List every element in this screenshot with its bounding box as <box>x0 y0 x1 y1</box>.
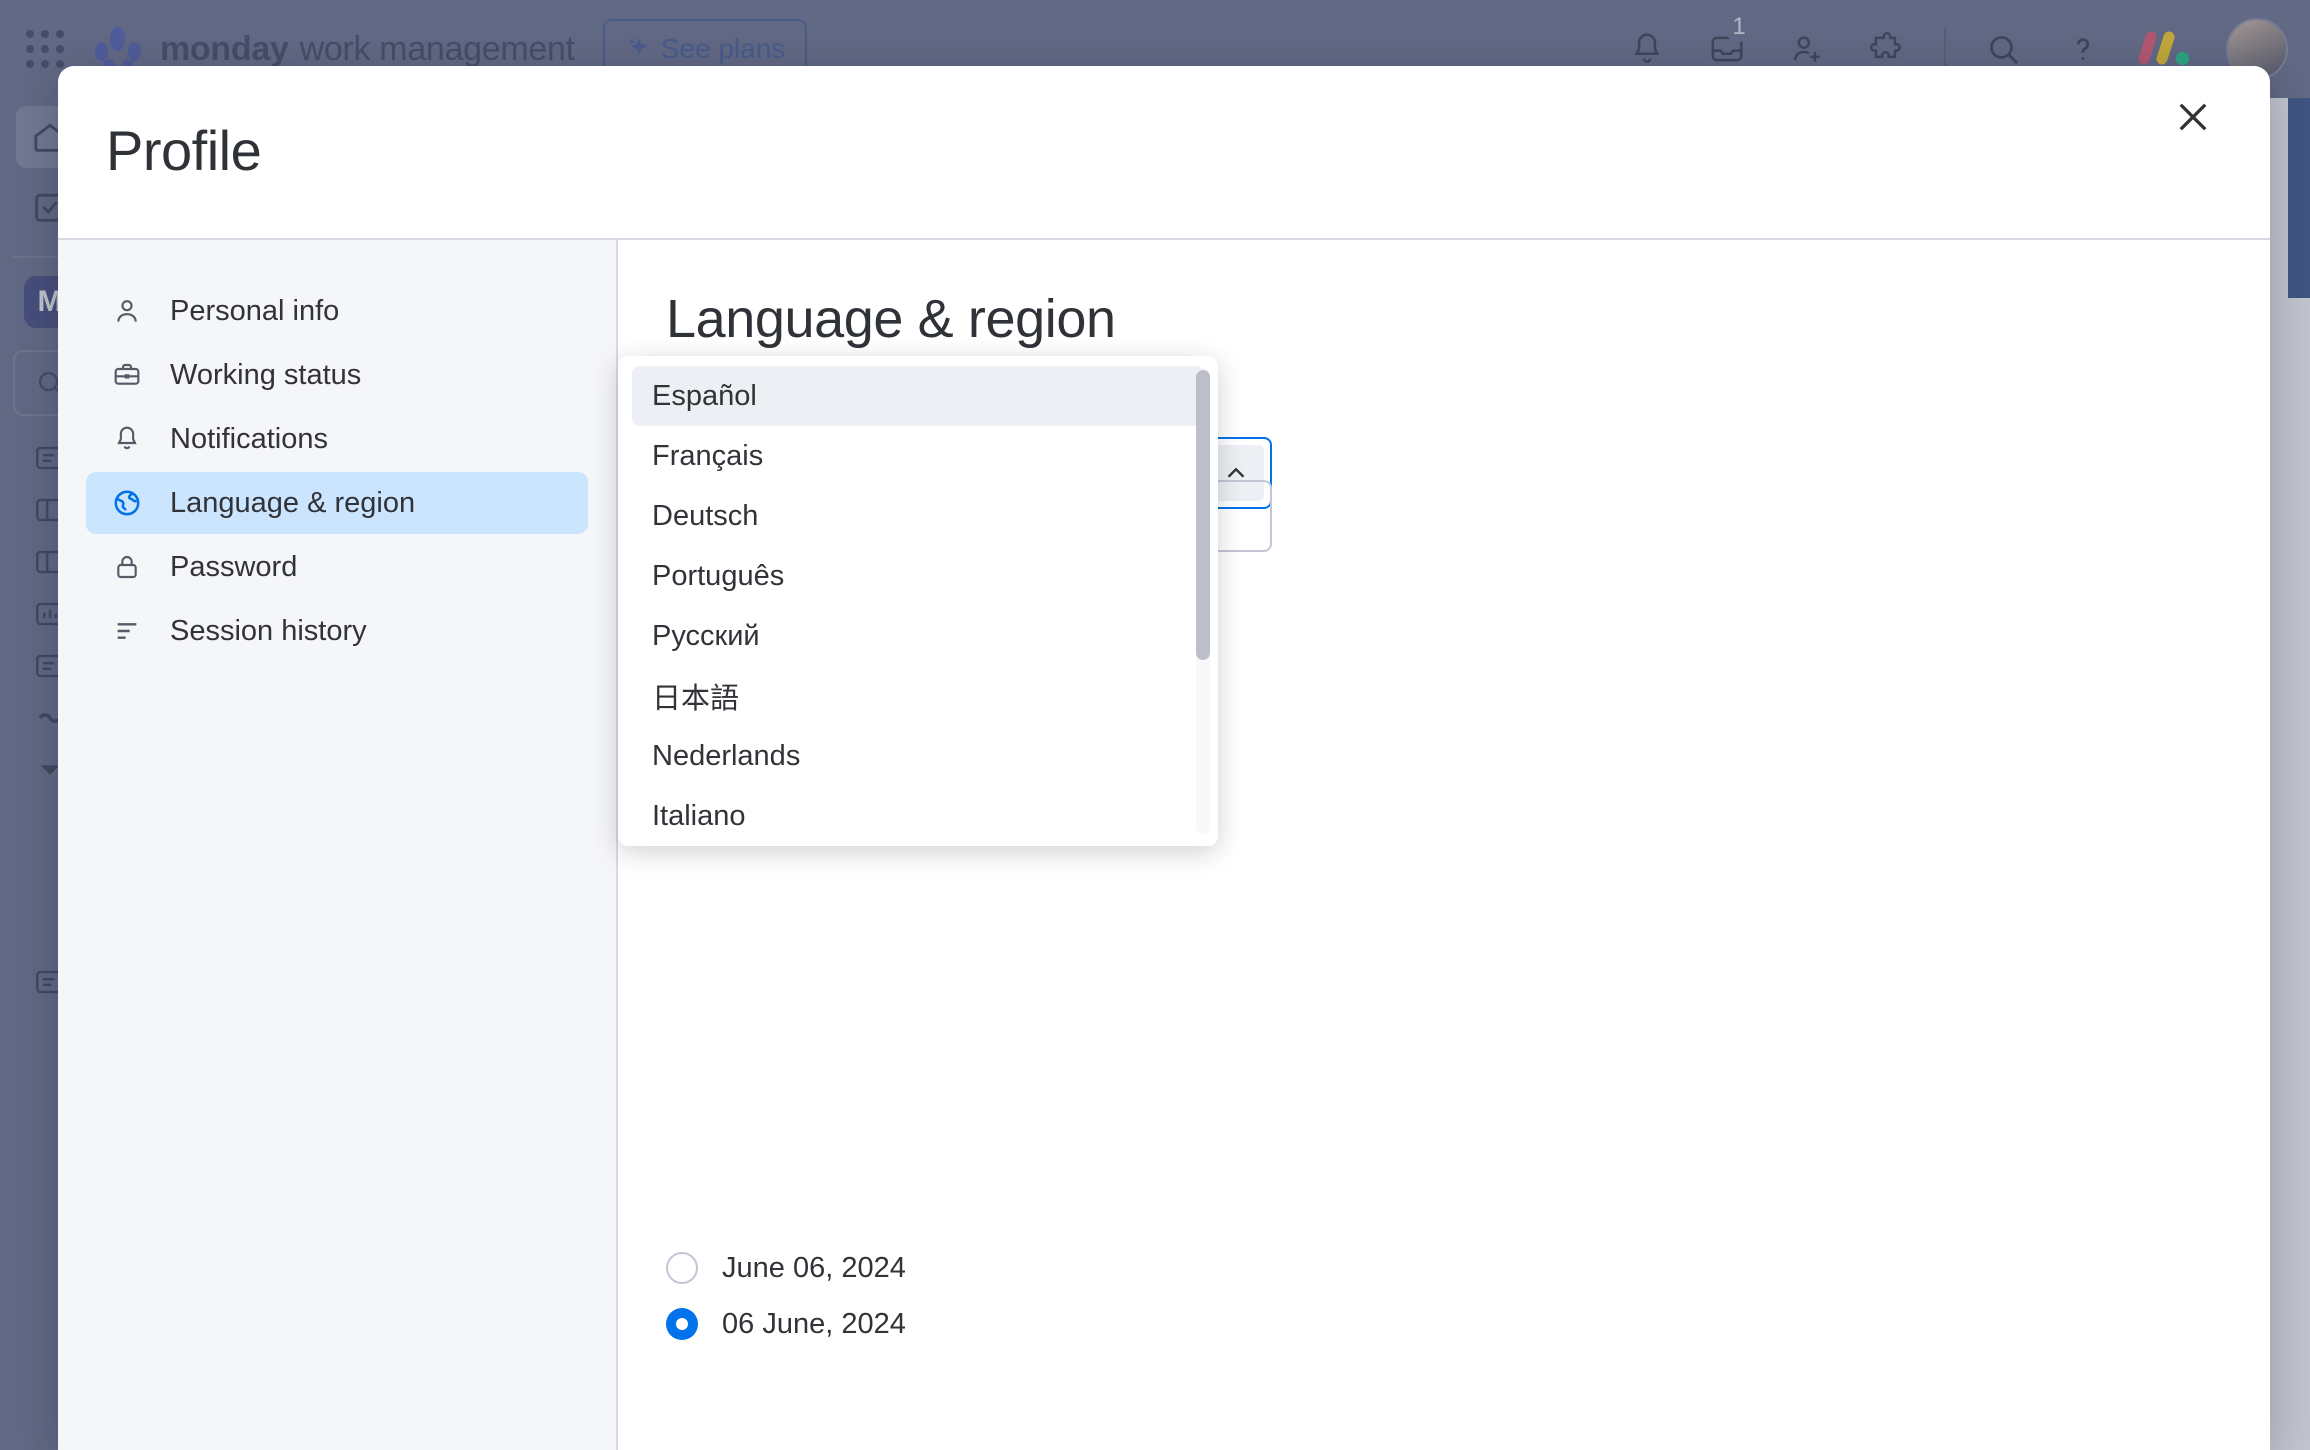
language-option[interactable]: Italiano <box>632 786 1204 846</box>
profile-modal: Profile Personal info Working status Not… <box>58 66 2270 1450</box>
close-icon[interactable] <box>2164 88 2222 146</box>
language-option[interactable]: Español <box>632 366 1204 426</box>
date-format-option[interactable]: 06 June, 2024 <box>666 1296 906 1352</box>
radio-icon[interactable] <box>666 1252 698 1284</box>
sidebar-item-label: Password <box>170 550 298 583</box>
language-option[interactable]: Português <box>632 546 1204 606</box>
dropdown-scrollbar-thumb[interactable] <box>1196 370 1210 660</box>
radio-icon-selected[interactable] <box>666 1308 698 1340</box>
sidebar-item-working-status[interactable]: Working status <box>86 344 588 406</box>
language-option-list: Español Français Deutsch Português Русск… <box>618 366 1218 836</box>
bell-icon <box>110 422 144 456</box>
briefcase-icon <box>110 358 144 392</box>
sidebar-item-label: Session history <box>170 614 367 647</box>
language-option[interactable]: Русский <box>632 606 1204 666</box>
profile-content: Language & region Language English <box>618 240 2270 1450</box>
sidebar-item-label: Notifications <box>170 422 328 455</box>
profile-nav: Personal info Working status Notificatio… <box>58 240 618 1450</box>
sidebar-item-label: Personal info <box>170 294 340 327</box>
sidebar-item-personal-info[interactable]: Personal info <box>86 280 588 342</box>
sidebar-item-language-region[interactable]: Language & region <box>86 472 588 534</box>
sidebar-item-label: Language & region <box>170 486 416 519</box>
language-dropdown[interactable]: Español Français Deutsch Português Русск… <box>618 356 1218 846</box>
list-icon <box>110 614 144 648</box>
sidebar-item-notifications[interactable]: Notifications <box>86 408 588 470</box>
language-option[interactable]: 日本語 <box>632 666 1204 726</box>
sidebar-item-session-history[interactable]: Session history <box>86 600 588 662</box>
lock-icon <box>110 550 144 584</box>
date-format-label: 06 June, 2024 <box>722 1307 906 1340</box>
language-option[interactable]: Deutsch <box>632 486 1204 546</box>
language-option[interactable]: Nederlands <box>632 726 1204 786</box>
date-format-option[interactable]: June 06, 2024 <box>666 1240 906 1296</box>
sidebar-item-password[interactable]: Password <box>86 536 588 598</box>
modal-header: Profile <box>58 66 2270 240</box>
globe-icon <box>110 486 144 520</box>
modal-body: Personal info Working status Notificatio… <box>58 240 2270 1450</box>
person-icon <box>110 294 144 328</box>
date-format-options: June 06, 2024 06 June, 2024 <box>666 1240 906 1352</box>
page-title: Profile <box>106 119 262 182</box>
sidebar-item-label: Working status <box>170 358 362 391</box>
date-format-label: June 06, 2024 <box>722 1251 906 1284</box>
language-option[interactable]: Français <box>632 426 1204 486</box>
screen: monday work management See plans 1 M Pro… <box>0 0 2310 1450</box>
section-title: Language & region <box>666 289 1116 349</box>
